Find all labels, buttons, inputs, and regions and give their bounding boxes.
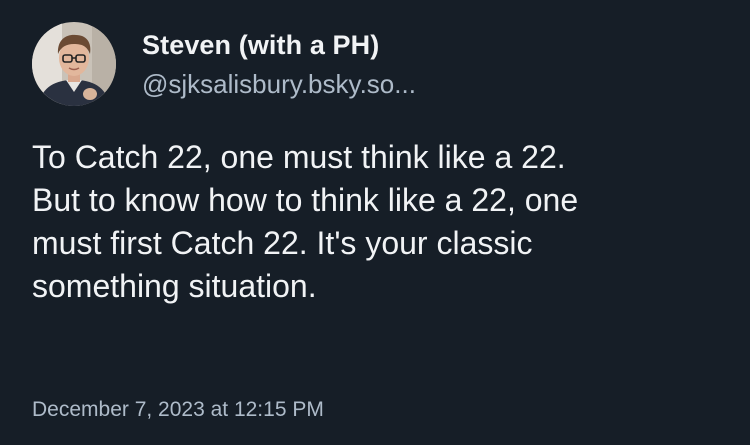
avatar[interactable]	[32, 22, 116, 106]
post-text-line: To Catch 22, one must think like a 22.	[32, 139, 566, 175]
post-text-line: must first Catch 22. It's your classic	[32, 225, 533, 261]
avatar-image	[32, 22, 116, 106]
post-card: Steven (with a PH) @sjksalisbury.bsky.so…	[0, 0, 750, 445]
post-header: Steven (with a PH) @sjksalisbury.bsky.so…	[32, 22, 416, 106]
author-handle[interactable]: @sjksalisbury.bsky.so...	[142, 67, 416, 101]
post-text-line: something situation.	[32, 268, 317, 304]
author-display-name[interactable]: Steven (with a PH)	[142, 28, 416, 62]
author-names: Steven (with a PH) @sjksalisbury.bsky.so…	[142, 28, 416, 101]
post-body: To Catch 22, one must think like a 22. B…	[32, 136, 722, 308]
post-timestamp: December 7, 2023 at 12:15 PM	[32, 398, 324, 421]
post-text-line: But to know how to think like a 22, one	[32, 182, 579, 218]
